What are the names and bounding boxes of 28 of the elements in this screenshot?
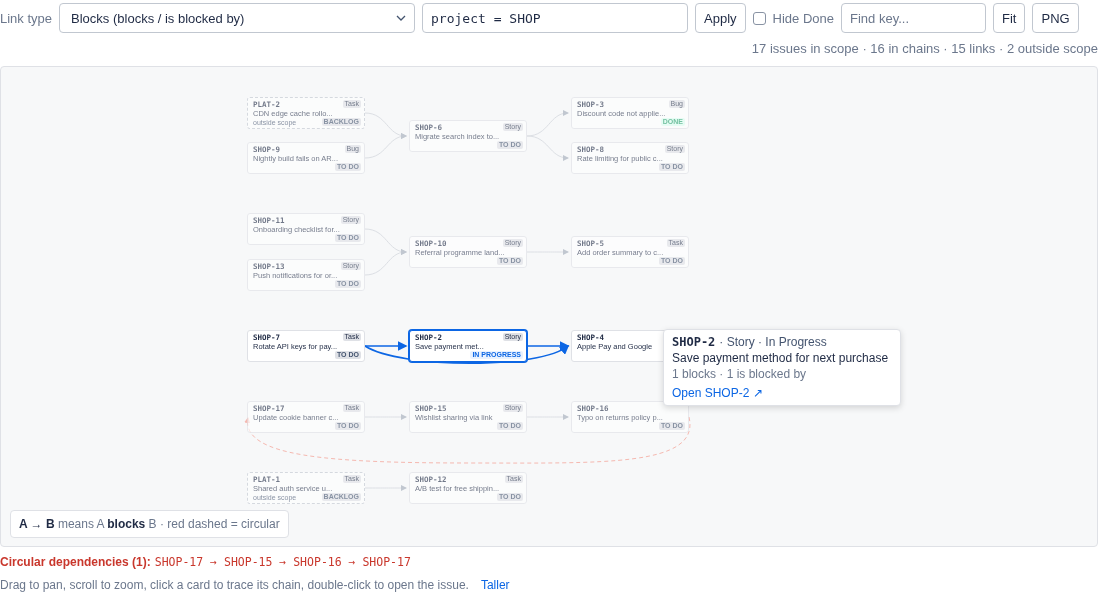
link-arrow	[526, 110, 569, 137]
tooltip-counts: 1 blocks · 1 is blocked by	[672, 367, 808, 381]
chevron-down-icon	[396, 15, 407, 21]
png-button[interactable]: PNG	[1032, 3, 1079, 33]
link-arrow	[526, 135, 569, 161]
hide-done-label: Hide Done	[772, 10, 834, 26]
circular-dependencies-label: Circular dependencies (1):	[0, 555, 151, 569]
link-arrow	[526, 249, 569, 255]
link-type-label: Link type	[0, 10, 53, 26]
apply-button[interactable]: Apply	[695, 3, 746, 33]
open-issue-link[interactable]: Open SHOP-2 ↗	[672, 386, 892, 400]
hide-done-checkbox[interactable]	[752, 11, 766, 25]
graph-canvas[interactable]	[0, 66, 1098, 547]
help-text: Drag to pan, scroll to zoom, click a card to trace its chain, double-click to open the issue.	[0, 578, 469, 592]
legend: A → B means A blocks B · red dashed = circular	[10, 510, 289, 538]
find-key-field[interactable]: Find key...	[841, 3, 986, 33]
link-arrow	[364, 249, 407, 276]
link-arrow	[526, 414, 569, 420]
link-type-dropdown[interactable]: Blocks (blocks / is blocked by)	[59, 3, 416, 33]
link-arrow	[364, 133, 407, 159]
link-arrow	[364, 414, 407, 420]
scope-summary: 17 issues in scope · 16 in chains · 15 links · 2 outside scope	[751, 41, 1098, 56]
tooltip-meta: · Story · In Progress	[719, 335, 827, 349]
taller-link[interactable]: Taller	[480, 578, 510, 592]
circular-chain: SHOP-17 → SHOP-15 → SHOP-16 → SHOP-17	[154, 555, 411, 569]
fit-button[interactable]: Fit	[993, 3, 1026, 33]
query-field[interactable]: project = SHOP	[422, 3, 689, 33]
link-arrow	[364, 485, 407, 491]
